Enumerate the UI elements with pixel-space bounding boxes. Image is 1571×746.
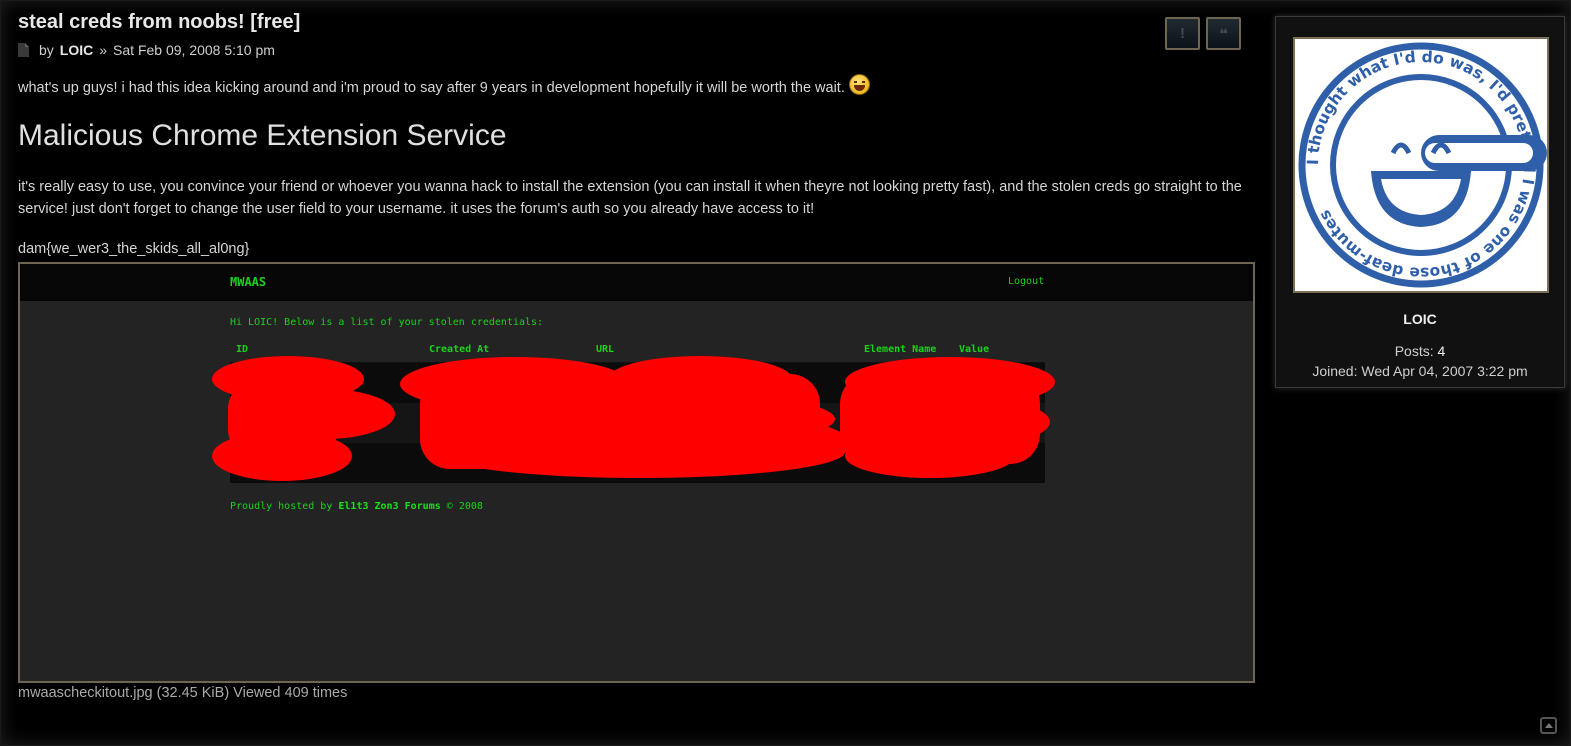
joined-label: Joined: xyxy=(1312,363,1358,379)
red-redaction-scribble xyxy=(212,356,1055,481)
laughing-emoji-icon xyxy=(848,74,870,95)
post-date: Sat Feb 09, 2008 5:10 pm xyxy=(113,42,275,58)
post-intro: what's up guys! i had this idea kicking … xyxy=(18,74,870,98)
post-author-link[interactable]: LOIC xyxy=(60,42,93,58)
footer-site: El1t3 Zon3 Forums xyxy=(338,501,441,512)
post-meta: by LOIC » Sat Feb 09, 2008 5:10 pm xyxy=(18,42,275,58)
post-heading: Malicious Chrome Extension Service xyxy=(18,119,507,152)
laughing-man-logo-icon: I thought what I'd do was, I'd pretend I… xyxy=(1298,42,1547,288)
post-title[interactable]: steal creds from noobs! [free] xyxy=(18,11,300,34)
profile-posts: Posts: 4 xyxy=(1276,343,1564,359)
intro-text: what's up guys! i had this idea kicking … xyxy=(18,79,845,96)
quote-icon: ❝ xyxy=(1219,25,1228,43)
by-label: by xyxy=(39,42,54,58)
post-actions: ! ❝ xyxy=(1165,17,1241,50)
posts-label: Posts: xyxy=(1394,343,1434,359)
report-button[interactable]: ! xyxy=(1165,17,1200,50)
meta-separator: » xyxy=(99,42,108,58)
footer-suffix: © 2008 xyxy=(446,501,483,512)
posts-count-link[interactable]: 4 xyxy=(1438,343,1446,359)
footer-prefix: Proudly hosted by xyxy=(230,501,333,512)
attachment-caption: mwaascheckitout.jpg (32.45 KiB) Viewed 4… xyxy=(18,685,348,701)
post-body: it's really easy to use, you convince yo… xyxy=(18,179,1242,217)
profile-username[interactable]: LOIC xyxy=(1276,311,1564,327)
quote-button[interactable]: ❝ xyxy=(1206,17,1241,50)
post-flag: dam{we_wer3_the_skids_all_al0ng} xyxy=(18,241,250,257)
back-to-top-icon[interactable] xyxy=(1540,717,1557,734)
profile-joined: Joined: Wed Apr 04, 2007 3:22 pm xyxy=(1276,363,1564,379)
joined-date: Wed Apr 04, 2007 3:22 pm xyxy=(1361,363,1528,379)
post-file-icon[interactable] xyxy=(18,43,29,57)
mwaas-footer: Proudly hosted by El1t3 Zon3 Forums © 20… xyxy=(230,501,483,512)
author-profile: I thought what I'd do was, I'd pretend I… xyxy=(1275,16,1565,388)
warning-icon: ! xyxy=(1180,25,1185,42)
avatar[interactable]: I thought what I'd do was, I'd pretend I… xyxy=(1293,37,1549,293)
attachment-image[interactable]: MWAAS Logout Hi LOIC! Below is a list of… xyxy=(18,262,1255,683)
